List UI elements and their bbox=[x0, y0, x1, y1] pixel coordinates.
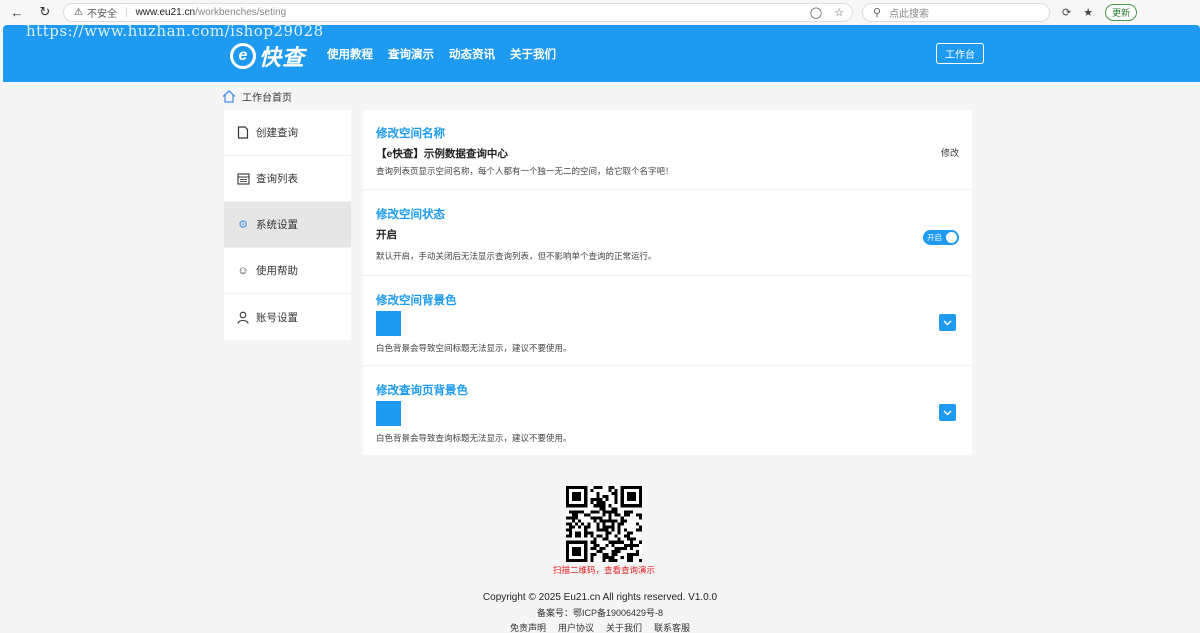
nav-about[interactable]: 关于我们 bbox=[510, 46, 556, 62]
query-bg-section: 修改查询页背景色 白色背景会导致查询标题无法显示，建议不要使用。 bbox=[363, 366, 972, 456]
qr-caption: 扫描二维码，查看查询演示 bbox=[552, 565, 655, 575]
logo-text: 快查 bbox=[259, 45, 306, 70]
space-status-section: 修改空间状态 开启 默认开启，手动关闭后无法显示查询列表，但不影响单个查询的正常… bbox=[363, 190, 972, 276]
chevron-down-icon bbox=[943, 319, 952, 326]
space-status-toggle[interactable]: 开启 bbox=[923, 230, 959, 245]
favorite-star-icon[interactable]: ☆ bbox=[834, 6, 844, 19]
url-domain: www.eu21.cn bbox=[135, 7, 196, 18]
reload-icon[interactable]: ↻ bbox=[34, 2, 56, 22]
query-bg-color-dropdown[interactable] bbox=[939, 404, 956, 421]
search-placeholder: 点此搜索 bbox=[889, 9, 930, 20]
space-status-title: 修改空间状态 bbox=[376, 209, 445, 221]
footer-links: 免责声明 用户协议 关于我们 联系客服 bbox=[0, 621, 1200, 633]
footer-icp[interactable]: 备案号：鄂ICP备19006429号-8 bbox=[0, 606, 1200, 619]
space-bg-color-dropdown[interactable] bbox=[939, 314, 956, 331]
read-aloud-icon[interactable]: ◯ bbox=[810, 6, 822, 19]
home-icon bbox=[222, 90, 236, 103]
sidebar-item-help[interactable]: ☺ 使用帮助 bbox=[224, 248, 351, 294]
space-name-title: 修改空间名称 bbox=[376, 128, 445, 140]
footer-link-user-agreement[interactable]: 用户协议 bbox=[558, 621, 594, 633]
query-bg-title: 修改查询页背景色 bbox=[376, 385, 468, 397]
chevron-down-icon bbox=[943, 409, 952, 416]
query-bg-desc: 白色背景会导致查询标题无法显示，建议不要使用。 bbox=[376, 433, 572, 443]
sidebar-item-query-list[interactable]: 查询列表 bbox=[224, 156, 351, 202]
breadcrumb-home[interactable]: 工作台首页 bbox=[242, 89, 292, 104]
favorites-icon[interactable]: ★ bbox=[1083, 6, 1093, 19]
space-bg-desc: 白色背景会导致空间标题无法显示，建议不要使用。 bbox=[376, 343, 572, 353]
settings-panel: 修改空间名称 【e快查】示例数据查询中心 查询列表页显示空间名称，每个人都有一个… bbox=[363, 110, 972, 455]
calendar-list-icon bbox=[236, 172, 250, 186]
space-bg-title: 修改空间背景色 bbox=[376, 295, 457, 307]
sidebar-item-create-query[interactable]: 创建查询 bbox=[224, 110, 351, 156]
url-path: /workbenches/seting bbox=[195, 7, 287, 18]
user-icon bbox=[236, 310, 250, 324]
query-bg-color-swatch bbox=[376, 401, 401, 426]
space-name-desc: 查询列表页显示空间名称，每个人都有一个独一无二的空间，给它取个名字吧！ bbox=[376, 166, 674, 176]
space-name-section: 修改空间名称 【e快查】示例数据查询中心 查询列表页显示空间名称，每个人都有一个… bbox=[363, 110, 972, 190]
sidebar-item-label: 查询列表 bbox=[256, 173, 298, 185]
document-icon bbox=[236, 126, 250, 140]
watermark-text: https://www.huzhan.com/ishop29028 bbox=[26, 22, 324, 40]
edit-space-name-button[interactable]: 修改 bbox=[941, 146, 959, 159]
browser-search-input[interactable]: ⚲ 点此搜索 bbox=[862, 3, 1050, 22]
warning-icon: ⚠ bbox=[74, 7, 83, 18]
extensions-icon[interactable]: ⟳ bbox=[1062, 6, 1071, 19]
footer-link-disclaimer[interactable]: 免责声明 bbox=[510, 621, 546, 633]
gear-icon: ⚙ bbox=[238, 219, 248, 231]
nav-demo[interactable]: 查询演示 bbox=[388, 46, 434, 62]
update-button[interactable]: 更新 bbox=[1105, 4, 1138, 21]
back-icon[interactable]: ← bbox=[6, 2, 28, 22]
address-bar[interactable]: ⚠ 不安全 | www.eu21.cn /workbenches/seting … bbox=[63, 3, 853, 22]
sidebar: 创建查询 查询列表 ⚙ 系统设置 ☺ 使用帮助 账号设置 bbox=[224, 110, 351, 340]
help-smile-icon: ☺ bbox=[237, 264, 249, 277]
search-icon: ⚲ bbox=[873, 7, 882, 19]
main-nav: 使用教程 查询演示 动态资讯 关于我们 bbox=[327, 46, 556, 62]
space-bg-section: 修改空间背景色 白色背景会导致空间标题无法显示，建议不要使用。 bbox=[363, 276, 972, 366]
logo-mark: e bbox=[230, 43, 256, 69]
sidebar-item-label: 创建查询 bbox=[256, 127, 298, 139]
address-separator: | bbox=[124, 7, 128, 18]
nav-tutorial[interactable]: 使用教程 bbox=[327, 46, 373, 62]
toggle-knob bbox=[946, 232, 957, 243]
sidebar-item-label: 使用帮助 bbox=[256, 265, 298, 277]
sidebar-item-label: 系统设置 bbox=[256, 219, 298, 231]
space-status-value: 开启 bbox=[376, 229, 397, 241]
site-logo[interactable]: e 快查 bbox=[230, 40, 305, 72]
sidebar-item-account-settings[interactable]: 账号设置 bbox=[224, 294, 351, 340]
space-name-value: 【e快查】示例数据查询中心 bbox=[376, 148, 508, 160]
breadcrumb: 工作台首页 bbox=[222, 89, 292, 104]
sidebar-item-label: 账号设置 bbox=[256, 311, 298, 324]
footer-link-contact[interactable]: 联系客服 bbox=[654, 621, 690, 633]
space-status-desc: 默认开启，手动关闭后无法显示查询列表，但不影响单个查询的正常运行。 bbox=[376, 251, 657, 261]
insecure-label: 不安全 bbox=[86, 9, 117, 20]
qr-code bbox=[566, 486, 642, 562]
sidebar-item-system-settings[interactable]: ⚙ 系统设置 bbox=[224, 202, 351, 248]
footer-copyright: Copyright © 2025 Eu21.cn All rights rese… bbox=[482, 592, 718, 603]
footer-link-about[interactable]: 关于我们 bbox=[606, 621, 642, 633]
nav-news[interactable]: 动态资讯 bbox=[449, 46, 495, 62]
workbench-button[interactable]: 工作台 bbox=[936, 43, 984, 64]
space-bg-color-swatch bbox=[376, 311, 401, 336]
toggle-label: 开启 bbox=[927, 233, 942, 242]
